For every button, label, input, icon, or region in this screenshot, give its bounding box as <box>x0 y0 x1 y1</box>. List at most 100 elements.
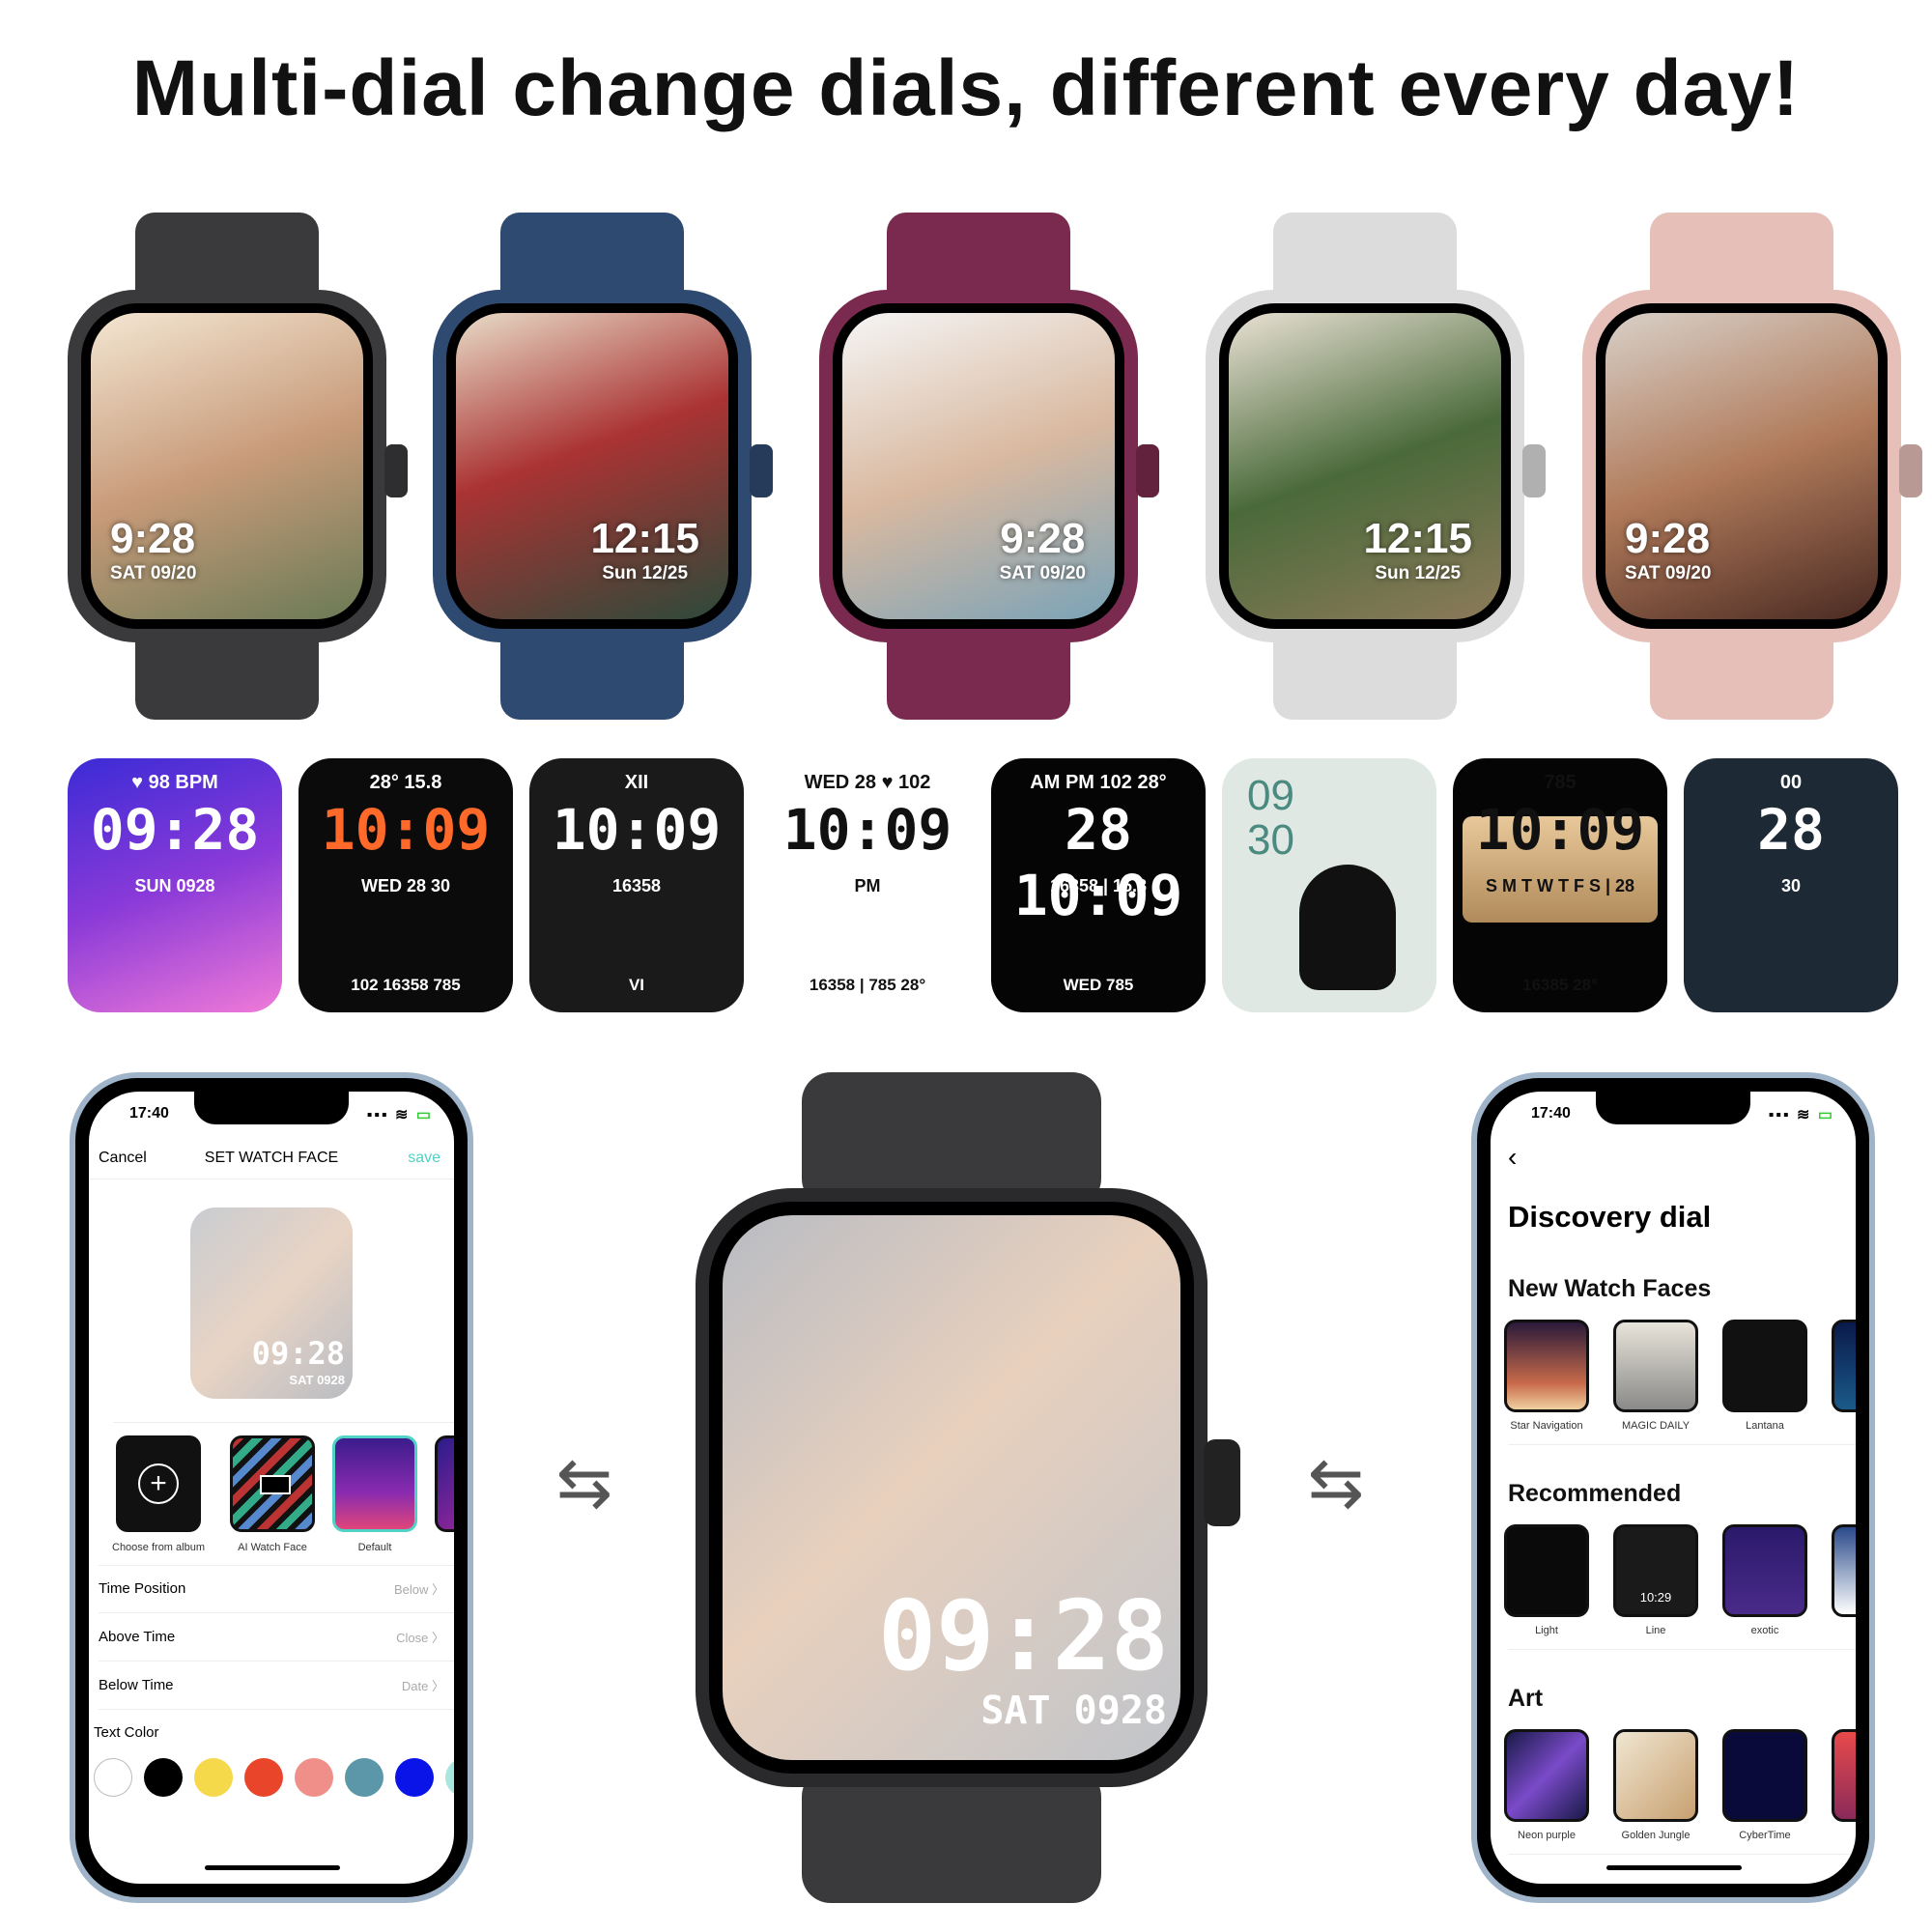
dial-text: WED 28 30 <box>360 876 451 895</box>
dial-face-6: 09 30 <box>1222 758 1436 1012</box>
dial-text: 16358 | 785 28° <box>809 976 926 994</box>
dial-face-1: ♥ 98 BPM 09:28 SUN 0928 <box>68 758 282 1012</box>
watch-face-thumb[interactable] <box>1832 1524 1856 1617</box>
watch-face-label: P <box>1821 1625 1856 1636</box>
watch-time: 9:28 <box>1625 515 1711 562</box>
watch-face-label: MAGIC DAILY <box>1621 1420 1690 1432</box>
watch-face-thumb[interactable] <box>1722 1320 1807 1412</box>
watch-case: 12:15 Sun 12/25 <box>433 290 773 642</box>
watch-face-label: Light <box>1535 1625 1558 1636</box>
swap-arrows-icon: ⇆ <box>555 1445 613 1520</box>
color-swatch[interactable] <box>295 1758 333 1797</box>
section-title: Art <box>1508 1685 1544 1712</box>
dial-face-7: 785 10:09 S M T W T F S | 28 16385 28° <box>1453 758 1667 1012</box>
save-button[interactable]: save <box>408 1150 440 1167</box>
plus-circle-icon: + <box>138 1463 179 1504</box>
chevron-right-icon: 〉 <box>431 1582 444 1597</box>
dial-text: WED 785 <box>1063 976 1134 994</box>
watch-time-overlay: 12:15 Sun 12/25 <box>1363 515 1472 584</box>
watch-face-thumb[interactable] <box>1722 1524 1807 1617</box>
watch-face-thumb[interactable] <box>1504 1729 1589 1822</box>
default-thumb[interactable] <box>332 1435 417 1532</box>
color-swatch[interactable] <box>194 1758 233 1797</box>
watch-case: 9:28 SAT 09/20 <box>68 290 408 642</box>
divider <box>1508 1444 1856 1445</box>
watch-date: SAT 09/20 <box>1625 563 1712 583</box>
dial-text: AM PM 102 28° <box>1030 772 1167 793</box>
dial-text: 30 <box>1247 816 1294 864</box>
status-time: 17:40 <box>1531 1105 1571 1122</box>
swap-arrows-icon: ⇆ <box>1307 1445 1365 1520</box>
watch-time-overlay: 9:28 SAT 09/20 <box>1000 515 1086 584</box>
dial-text: 10:09 <box>321 797 491 863</box>
watch-face-thumb[interactable] <box>1504 1524 1589 1617</box>
below-time-row[interactable]: Below Time Date 〉 <box>99 1662 454 1710</box>
row-label: Below Time <box>99 1677 174 1693</box>
dial-face-3: XII 10:09 16358 VI <box>529 758 744 1012</box>
watch-screen: 09:28 SAT 0928 <box>709 1202 1194 1774</box>
watch-photo: 9:28 SAT 09/20 <box>81 303 373 629</box>
row-value: Date <box>401 1679 429 1693</box>
watch-face-thumb[interactable]: 10:29 <box>1613 1524 1698 1617</box>
time-position-row[interactable]: Time Position Below 〉 <box>99 1565 454 1613</box>
option-label: AI Watch Face <box>238 1542 307 1553</box>
dial-text: 28 <box>1757 797 1825 863</box>
watch-time-overlay: 12:15 Sun 12/25 <box>590 515 699 584</box>
watch-crown <box>384 444 408 497</box>
color-swatch[interactable] <box>395 1758 434 1797</box>
watch-face-label: Sun <box>1821 1420 1856 1432</box>
watch-5: 9:28 SAT 09/20 <box>1582 213 1922 720</box>
status-time: 17:40 <box>129 1105 169 1122</box>
watch-face-thumb[interactable] <box>1613 1320 1698 1412</box>
dial-text: 09:28 <box>90 797 260 863</box>
watch-time: 12:15 <box>1363 515 1472 562</box>
back-chevron-icon[interactable]: ‹ <box>1508 1142 1517 1173</box>
watch-crown <box>1136 444 1159 497</box>
dial-text: VI <box>628 976 645 994</box>
watch-date: Sun 12/25 <box>1375 563 1462 583</box>
center-watch: 09:28 SAT 0928 <box>696 1072 1246 1903</box>
dial-text: 00 <box>1779 772 1803 793</box>
ai-watch-face-thumb[interactable] <box>230 1435 315 1532</box>
watch-face-thumb[interactable] <box>1832 1729 1856 1822</box>
color-swatch[interactable] <box>445 1758 454 1797</box>
color-swatch[interactable] <box>244 1758 283 1797</box>
choose-album-thumb[interactable]: + <box>116 1435 201 1532</box>
dial-text: WED 28 ♥ 102 <box>804 772 931 793</box>
dial-text: S M T W T F S | 28 <box>1485 876 1635 895</box>
notch <box>194 1092 349 1124</box>
watch-crown <box>750 444 773 497</box>
dial-text: 09 <box>1247 772 1294 819</box>
watch-face-label: Line <box>1645 1625 1666 1636</box>
watch-face-thumb[interactable] <box>1504 1320 1589 1412</box>
dial-text: XII <box>624 772 649 793</box>
dial-text: 16358 <box>611 876 662 895</box>
row-value: Below <box>393 1582 429 1597</box>
watch-face-thumb[interactable] <box>1832 1320 1856 1412</box>
color-swatch[interactable] <box>94 1758 132 1797</box>
dial-face-8: 00 28 30 <box>1684 758 1898 1012</box>
dial-text: PM <box>854 876 881 895</box>
left-phone: 17:40 ▪▪▪ ≋ ▭ Cancel SET WATCH FACE save… <box>70 1072 473 1903</box>
watch-face-label: CyberTime <box>1739 1830 1791 1841</box>
section-title: New Watch Faces <box>1508 1275 1712 1302</box>
divider <box>1508 1649 1856 1650</box>
dial-text: 10:09 <box>552 797 722 863</box>
color-swatch[interactable] <box>345 1758 384 1797</box>
camera-icon <box>260 1475 291 1494</box>
above-time-row[interactable]: Above Time Close 〉 <box>99 1613 454 1662</box>
status-icons: ▪▪▪ ≋ ▭ <box>366 1107 433 1123</box>
watch-1: 9:28 SAT 09/20 <box>68 213 408 720</box>
cat-illustration <box>1299 865 1396 990</box>
watch-face-thumb[interactable] <box>1722 1729 1807 1822</box>
row-value: Close <box>396 1631 429 1645</box>
watch-face-thumb[interactable] <box>1613 1729 1698 1822</box>
clock-text: 10:29 <box>1639 1590 1672 1605</box>
dial-face-4: WED 28 ♥ 102 10:09 PM 16358 | 785 28° <box>760 758 975 1012</box>
color-swatch[interactable] <box>144 1758 183 1797</box>
next-thumb[interactable] <box>435 1435 454 1532</box>
dial-text: 28 10:09 <box>1013 797 1183 928</box>
preview-image: 09:28 SAT 0928 <box>190 1208 353 1399</box>
watch-face-label: Lantana <box>1746 1420 1784 1432</box>
chevron-right-icon: 〉 <box>431 1631 444 1645</box>
